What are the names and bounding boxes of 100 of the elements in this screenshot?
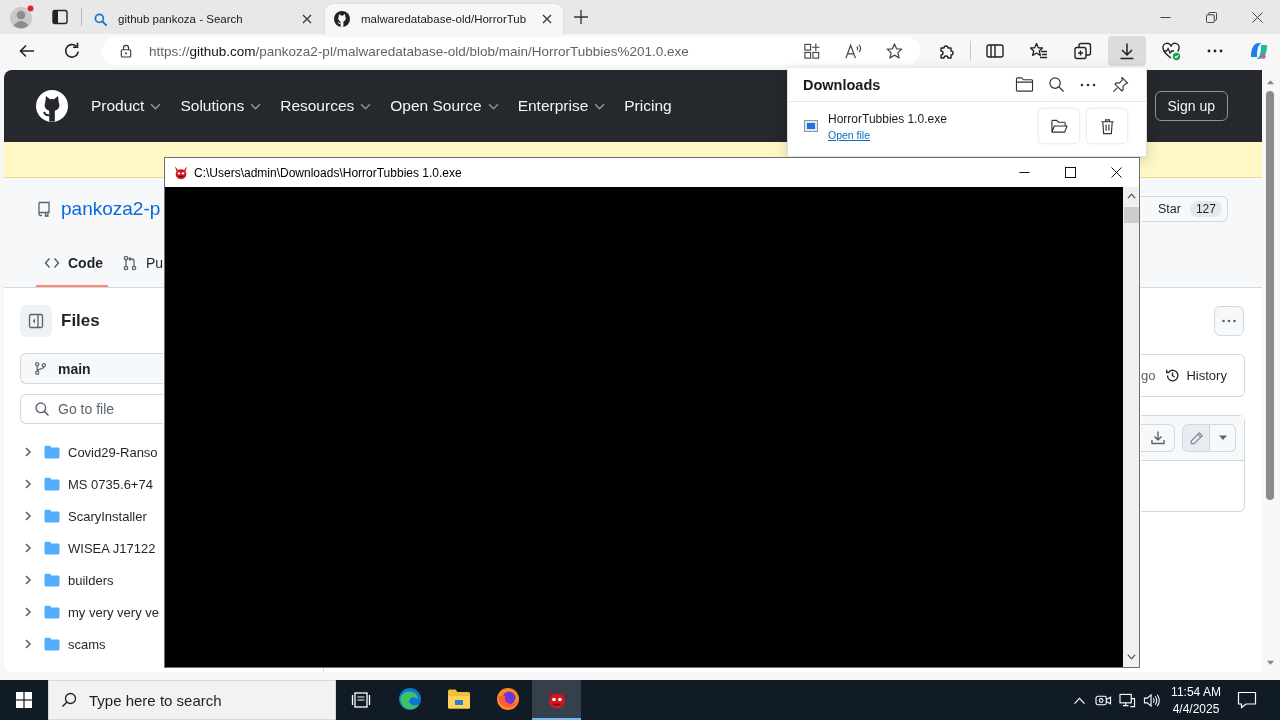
speaker-icon[interactable]	[1142, 692, 1160, 708]
repo-owner-link[interactable]: pankoza2-p	[61, 198, 161, 220]
chevron-right-icon[interactable]	[22, 510, 34, 522]
chevron-right-icon[interactable]	[22, 638, 34, 650]
search-icon	[94, 12, 107, 26]
plus-icon[interactable]	[573, 9, 589, 25]
folder-name[interactable]: MS 0735.6+74	[68, 476, 153, 492]
chevron-up-icon[interactable]	[1072, 695, 1086, 705]
folder-icon	[44, 445, 60, 459]
scrollbar-track[interactable]	[1123, 187, 1139, 667]
chevron-down-icon	[250, 102, 262, 110]
browser-tab[interactable]: github pankoza - Search	[85, 4, 323, 34]
open-file-link[interactable]: Open file	[828, 128, 871, 141]
folder-name[interactable]: my very very ve	[68, 604, 159, 620]
sidebar-toggle-button[interactable]	[20, 305, 52, 337]
more-icon[interactable]	[1080, 82, 1096, 87]
split-screen-icon[interactable]	[985, 41, 1005, 61]
sign-up-button[interactable]: Sign up	[1154, 91, 1228, 121]
folder-name[interactable]: builders	[68, 572, 114, 588]
window-title: C:\Users\admin\Downloads\HorrorTubbies 1.0.exe	[194, 165, 462, 180]
wave-browser-icon	[397, 687, 422, 711]
downloads-button[interactable]	[1108, 36, 1146, 66]
close-icon[interactable]	[542, 14, 552, 24]
folder-name[interactable]: WISEA J17122	[68, 540, 156, 556]
folder-icon	[44, 477, 60, 491]
pull-request-icon	[122, 255, 138, 271]
file-search-field[interactable]: Go to file	[20, 394, 163, 424]
task-view-icon[interactable]	[350, 690, 371, 710]
folder-icon[interactable]	[1014, 76, 1034, 93]
pin-icon[interactable]	[1111, 76, 1129, 93]
sidebar-panel-icon[interactable]	[51, 8, 69, 26]
copy-plus-icon[interactable]	[1073, 41, 1093, 61]
chevron-right-icon[interactable]	[22, 606, 34, 618]
chevron-right-icon[interactable]	[22, 446, 34, 458]
heart-pulse-icon[interactable]	[1161, 41, 1181, 61]
scrollbar-thumb[interactable]	[1266, 91, 1274, 500]
branch-icon	[33, 361, 48, 376]
clock-date[interactable]: 4/4/2025	[1172, 701, 1220, 716]
nav-menu-link[interactable]: Product	[91, 97, 162, 115]
close-icon[interactable]	[1110, 167, 1122, 178]
panel-title: Downloads	[803, 76, 881, 93]
scrollbar-thumb[interactable]	[1123, 207, 1139, 223]
scroll-up-icon[interactable]	[1265, 79, 1275, 85]
program-file-icon	[804, 120, 818, 132]
scroll-up-icon[interactable]	[1126, 193, 1136, 199]
taskbar-app-button[interactable]	[532, 680, 581, 720]
trash-icon	[1098, 117, 1116, 135]
edit-button[interactable]	[1182, 424, 1210, 452]
star-count: 127	[1189, 201, 1222, 217]
chevron-right-icon[interactable]	[22, 478, 34, 490]
monitor-icon[interactable]	[1118, 692, 1136, 708]
taskbar-search-field[interactable]: Type here to search	[48, 680, 336, 720]
avatar-icon[interactable]	[9, 4, 35, 30]
folder-name[interactable]: ScaryInstaller	[68, 508, 147, 524]
browser-tab[interactable]: malwaredatabase-old/HorrorTub	[325, 4, 563, 34]
restore-icon[interactable]	[1205, 11, 1217, 23]
scroll-down-icon[interactable]	[1265, 660, 1275, 666]
star-icon[interactable]	[885, 41, 904, 61]
folder-icon	[44, 605, 60, 619]
windows-logo-icon[interactable]	[16, 692, 32, 708]
history-button[interactable]: History	[1159, 368, 1233, 383]
download-button[interactable]	[1141, 424, 1175, 452]
chevron-down-icon	[594, 102, 606, 110]
star-button[interactable]: Star 127	[1141, 196, 1228, 222]
nav-menu-link[interactable]: Resources	[280, 97, 372, 115]
maximize-icon[interactable]	[1064, 167, 1076, 178]
text-speech-icon[interactable]	[844, 41, 863, 61]
grid-plus-icon[interactable]	[803, 41, 822, 61]
logo-icon[interactable]	[36, 90, 68, 122]
nav-menu-link[interactable]: Solutions	[180, 97, 262, 115]
url-text[interactable]: https://github.com/pankoza2-pl/malwaredatabase-old/blob/main/HorrorTubbies%201.0.exe	[149, 43, 689, 59]
nav-menu-link[interactable]: Open Source	[390, 97, 499, 115]
swirl-logo-icon[interactable]	[1248, 40, 1270, 62]
star-list-icon[interactable]	[1029, 41, 1049, 61]
scroll-down-icon[interactable]	[1126, 654, 1136, 660]
branch-button[interactable]: main	[20, 353, 163, 384]
chevron-right-icon[interactable]	[22, 542, 34, 554]
chevron-right-icon[interactable]	[22, 574, 34, 586]
notification-icon[interactable]	[1237, 691, 1257, 709]
nav-menu-link[interactable]: Pricing	[624, 97, 672, 115]
fox-browser-icon	[495, 687, 520, 711]
search-icon	[34, 401, 50, 417]
address-bar[interactable]: https://github.com/pankoza2-pl/malwaredatabase-old/blob/main/HorrorTubbies%201.0.exe	[102, 37, 920, 65]
caret-down-icon	[1217, 435, 1228, 441]
folder-icon	[446, 688, 471, 710]
close-icon[interactable]	[302, 14, 312, 24]
delete-button[interactable]	[1087, 109, 1127, 143]
lock-icon[interactable]	[120, 44, 132, 58]
close-icon[interactable]	[1251, 11, 1263, 23]
repo-tab[interactable]: Code	[36, 241, 108, 287]
show-in-folder-button[interactable]	[1039, 109, 1079, 143]
chevron-down-icon	[360, 102, 372, 110]
repo-tab[interactable]: Pu	[116, 241, 164, 287]
nav-menu-link[interactable]: Enterprise	[517, 97, 606, 115]
folder-name[interactable]: scams	[68, 636, 106, 652]
search-icon[interactable]	[1047, 76, 1065, 93]
refresh-icon[interactable]	[62, 41, 82, 61]
file-name: HorrorTubbies 1.0.exe	[828, 111, 947, 126]
clock-time[interactable]: 11:54 AM	[1171, 684, 1221, 699]
folder-name[interactable]: Covid29-Ranso	[68, 444, 158, 460]
